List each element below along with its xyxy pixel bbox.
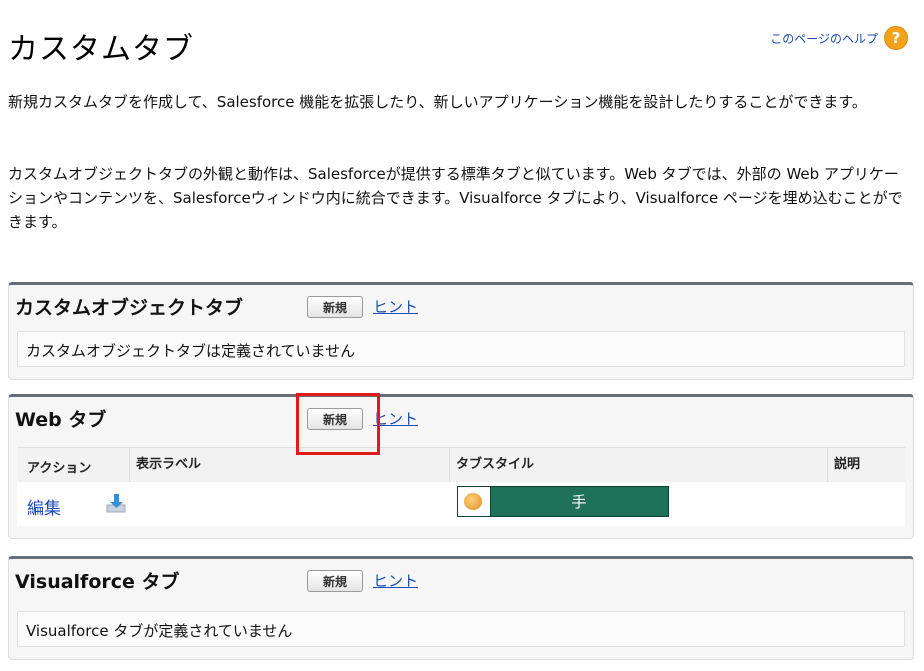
visualforce-hint-link[interactable]: ヒント [373, 570, 418, 591]
column-header-tab-style: タブスタイル [449, 448, 534, 482]
panel-header: Visualforce タブ 新規 ヒント [9, 559, 913, 603]
download-icon[interactable] [105, 493, 127, 513]
new-custom-object-tab-button[interactable]: 新規 [307, 296, 363, 318]
help-link[interactable]: このページのヘルプ [770, 30, 878, 47]
panel-title: Visualforce タブ [15, 571, 180, 593]
custom-object-tabs-panel: カスタムオブジェクトタブ 新規 ヒント カスタムオブジェクトタブは定義されていま… [8, 282, 914, 380]
column-header-action: アクション [27, 461, 92, 476]
web-hint-link[interactable]: ヒント [373, 408, 418, 429]
empty-message: Visualforce タブが定義されていません [26, 622, 293, 640]
visualforce-tabs-panel: Visualforce タブ 新規 ヒント Visualforce タブが定義さ… [8, 556, 914, 660]
help-link-container: このページのヘルプ ? [770, 26, 908, 50]
panel-title: カスタムオブジェクトタブ [15, 297, 244, 319]
table-header: アクション 表示ラベル タブスタイル 説明 [17, 447, 905, 483]
new-visualforce-tab-button[interactable]: 新規 [307, 570, 363, 592]
custom-object-hint-link[interactable]: ヒント [373, 296, 418, 317]
tab-style-swatch: 手 [457, 486, 669, 517]
page-title: カスタムタブ [8, 32, 194, 67]
panel-header: カスタムオブジェクトタブ 新規 ヒント [9, 285, 913, 329]
description-intro: 新規カスタムタブを作成して、Salesforce 機能を拡張したり、新しいアプリ… [8, 93, 867, 111]
new-web-tab-button[interactable]: 新規 [307, 408, 363, 430]
table-row: 編集 手 [17, 482, 905, 526]
tab-style-icon [458, 487, 491, 516]
panel-header: Web タブ 新規 ヒント [9, 397, 913, 441]
tab-style-label: 手 [571, 493, 587, 511]
panel-title: Web タブ [15, 409, 107, 431]
empty-message-box: カスタムオブジェクトタブは定義されていません [17, 331, 905, 367]
help-icon[interactable]: ? [884, 26, 908, 50]
column-header-label: 表示ラベル [129, 448, 201, 482]
description-tab-types: カスタムオブジェクトタブの外観と動作は、Salesforceが提供する標準タブと… [8, 165, 903, 231]
empty-message: カスタムオブジェクトタブは定義されていません [26, 342, 356, 360]
column-header-description: 説明 [827, 448, 860, 482]
empty-message-box: Visualforce タブが定義されていません [17, 611, 905, 647]
web-tabs-panel: Web タブ 新規 ヒント アクション 表示ラベル タブスタイル 説明 編集 手 [8, 394, 914, 539]
edit-link[interactable]: 編集 [27, 494, 61, 519]
